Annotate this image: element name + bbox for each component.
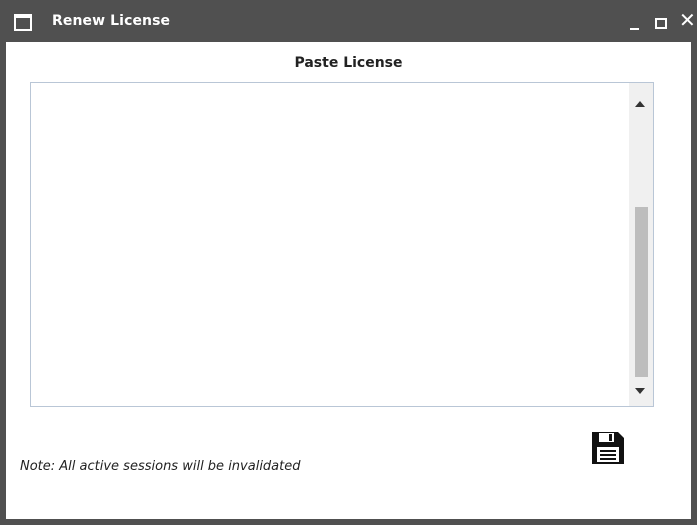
note-text: Note: All active sessions will be invali… — [20, 459, 301, 474]
license-textarea[interactable] — [31, 83, 629, 406]
paste-license-heading: Paste License — [294, 55, 403, 71]
title-bar[interactable]: Renew License ✕ — [0, 0, 697, 42]
maximize-icon[interactable] — [655, 18, 667, 29]
scroll-up-arrow-icon[interactable] — [635, 101, 645, 107]
window-icon — [14, 14, 32, 31]
close-icon[interactable]: ✕ — [679, 10, 696, 30]
license-textarea-container — [30, 82, 654, 407]
vertical-scrollbar[interactable] — [629, 83, 653, 406]
window-title: Renew License — [52, 13, 171, 29]
floppy-disk-icon[interactable] — [590, 430, 626, 466]
scroll-thumb[interactable] — [635, 207, 648, 377]
minimize-icon[interactable] — [630, 28, 639, 30]
renew-license-dialog: Renew License ✕ Paste License Note: All … — [0, 0, 697, 525]
scroll-down-arrow-icon[interactable] — [635, 388, 645, 394]
